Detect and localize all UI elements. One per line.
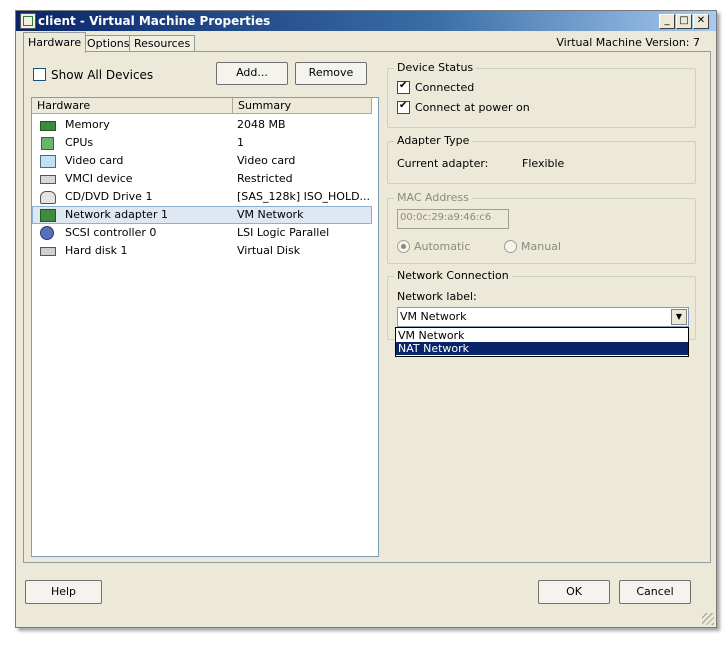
vm-version-label: Virtual Machine Version: 7 [556,36,700,49]
network-adapter-icon [40,209,56,222]
mac-address-value: 00:0c:29:a9:46:c6 [400,212,492,223]
remove-button[interactable]: Remove [295,62,367,85]
mac-address-input[interactable]: 00:0c:29:a9:46:c6 [397,209,509,229]
help-button[interactable]: Help [25,580,102,604]
table-row[interactable]: VMCI device Restricted [32,170,372,188]
window-title: client - Virtual Machine Properties [38,14,271,28]
row-summary: 1 [237,136,244,149]
table-row[interactable]: Memory 2048 MB [32,116,372,134]
resize-grip-icon[interactable] [702,613,714,625]
current-adapter-label: Current adapter: [397,157,489,170]
adapter-type-group: Adapter Type Current adapter: Flexible [387,134,696,184]
connect-at-power-on-label: Connect at power on [415,101,530,114]
connected-label: Connected [415,81,475,94]
table-row[interactable]: CPUs 1 [32,134,372,152]
automatic-radio[interactable] [397,240,410,253]
maximize-button[interactable]: □ [676,14,692,29]
mac-address-title: MAC Address [394,191,472,204]
network-connection-title: Network Connection [394,269,512,282]
table-row[interactable]: Hard disk 1 Virtual Disk [32,242,372,260]
network-label-selected: VM Network [400,310,467,323]
row-name: Memory [65,118,110,131]
row-summary: LSI Logic Parallel [237,226,330,239]
dropdown-option-vm-network[interactable]: VM Network [396,329,688,342]
adapter-type-title: Adapter Type [394,134,473,147]
dropdown-option-nat-network[interactable]: NAT Network [396,342,688,355]
properties-window: client - Virtual Machine Properties _ □ … [15,10,717,628]
network-label-label: Network label: [397,290,477,303]
table-row[interactable]: CD/DVD Drive 1 [SAS_128k] ISO_HOLD... [32,188,372,206]
row-name: Video card [65,154,124,167]
row-name: VMCI device [65,172,133,185]
scsi-icon [40,226,54,240]
hardware-tab-panel: Show All Devices Add... Remove Hardware … [23,51,711,563]
tab-hardware[interactable]: Hardware [23,32,87,53]
table-row[interactable]: Video card Video card [32,152,372,170]
title-bar[interactable]: client - Virtual Machine Properties _ □ … [16,11,716,31]
connected-checkbox[interactable] [397,80,410,94]
row-summary: VM Network [237,208,304,221]
column-header-hardware[interactable]: Hardware [32,98,233,114]
row-summary: Video card [237,154,296,167]
manual-radio[interactable] [504,240,517,253]
network-label-select[interactable]: VM Network ▼ [397,307,689,327]
connect-at-power-on-checkbox[interactable] [397,100,410,114]
cancel-button[interactable]: Cancel [619,580,691,604]
cpu-icon [41,137,54,150]
table-row[interactable]: Network adapter 1 VM Network [32,206,372,224]
row-summary: [SAS_128k] ISO_HOLD... [237,190,371,203]
row-summary: Virtual Disk [237,244,301,257]
row-name: SCSI controller 0 [65,226,157,239]
chevron-down-icon[interactable]: ▼ [671,309,687,325]
ok-button[interactable]: OK [538,580,610,604]
minimize-button[interactable]: _ [659,14,675,29]
hard-disk-icon [40,247,56,256]
automatic-label: Automatic [414,240,471,253]
add-button[interactable]: Add... [216,62,288,85]
cd-drive-icon [40,191,56,204]
column-header-summary[interactable]: Summary [233,98,372,114]
mac-address-group: MAC Address 00:0c:29:a9:46:c6 Automatic … [387,191,696,264]
row-name: CPUs [65,136,94,149]
row-summary: Restricted [237,172,293,185]
network-label-dropdown: VM Network NAT Network [395,327,689,357]
device-status-title: Device Status [394,61,477,74]
current-adapter-value: Flexible [522,157,565,170]
show-all-devices-checkbox[interactable] [33,68,46,81]
row-name: CD/DVD Drive 1 [65,190,153,203]
device-icon [40,175,56,184]
row-summary: 2048 MB [237,118,286,131]
device-status-group: Device Status Connected Connect at power… [387,61,696,128]
monitor-icon [40,155,56,168]
manual-label: Manual [521,240,561,253]
row-name: Hard disk 1 [65,244,128,257]
memory-icon [40,121,56,131]
vm-app-icon [20,13,36,29]
hardware-list[interactable]: Hardware Summary Memory 2048 MB CPUs 1 V… [31,97,379,557]
row-name: Network adapter 1 [65,208,168,221]
close-button[interactable]: ✕ [693,14,709,29]
table-row[interactable]: SCSI controller 0 LSI Logic Parallel [32,224,372,242]
show-all-devices-label: Show All Devices [51,68,154,82]
